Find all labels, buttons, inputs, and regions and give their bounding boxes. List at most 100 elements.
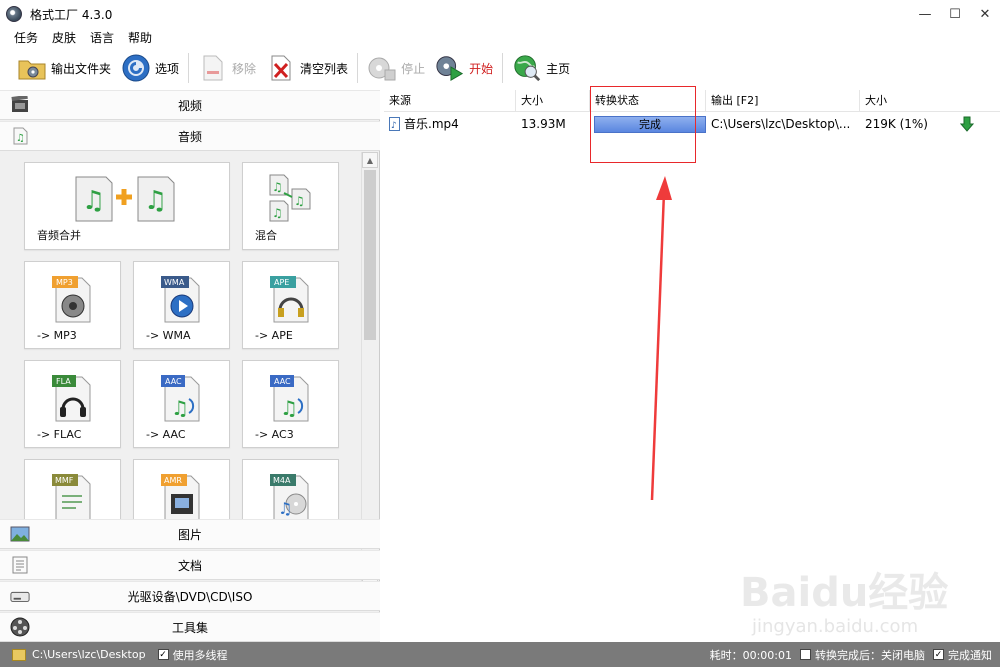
category-video[interactable]: 视频 <box>0 90 380 120</box>
category-image[interactable]: 图片 <box>0 519 380 549</box>
tile-mix[interactable]: ♫ ♫ ♫ 混合 <box>242 162 339 250</box>
tile-scrollbar[interactable]: ▲ ▼ <box>361 152 378 582</box>
minimize-button[interactable]: — <box>910 0 940 28</box>
tile-wma[interactable]: WMA -> WMA <box>133 261 230 349</box>
window-controls: — ☐ ✕ <box>910 0 1000 28</box>
flac-headphones-icon: FLA <box>51 375 90 422</box>
folder-icon[interactable] <box>12 648 26 661</box>
elapsed-time: 耗时：00:00:01 <box>709 648 792 662</box>
output-folder-button[interactable]: 输出文件夹 <box>14 51 114 85</box>
multithread-checkbox[interactable]: ✓ <box>157 649 169 660</box>
window-title: 格式工厂 4.3.0 <box>30 7 113 22</box>
notify-label: 完成通知 <box>948 648 992 662</box>
row-output: C:\Users\lzc\Desktop\... <box>711 117 851 131</box>
col-output[interactable]: 输出 [F2] <box>706 90 860 112</box>
wma-play-icon: WMA <box>160 276 199 323</box>
tile-aac[interactable]: AAC ♫ -> AAC <box>133 360 230 448</box>
tile-ac3[interactable]: AAC ♫ -> AC3 <box>242 360 339 448</box>
close-button[interactable]: ✕ <box>970 0 1000 28</box>
tile-flac-badge: FLA <box>56 377 71 386</box>
tile-m4a-badge: M4A <box>273 476 291 485</box>
col-output-size[interactable]: 大小 <box>860 90 1000 112</box>
aac-speaker-icon: AAC ♫ <box>160 375 199 422</box>
start-label: 开始 <box>469 61 494 76</box>
menu-bar: 任务 皮肤 语言 帮助 <box>0 28 1000 46</box>
svg-text:♫: ♫ <box>272 206 283 220</box>
annotation-highlight-box <box>590 86 696 163</box>
home-button[interactable]: 主页 <box>509 51 573 85</box>
clear-list-icon <box>266 53 296 83</box>
row-source: 音乐.mp4 <box>384 113 516 135</box>
menu-task[interactable]: 任务 <box>14 29 38 46</box>
mp3-speaker-icon: MP3 <box>51 276 90 323</box>
notify-checkbox[interactable]: ✓ <box>933 649 944 660</box>
remove-button[interactable]: 移除 <box>195 51 259 85</box>
baidu-watermark: Baidu经验 jingyan.baidu.com <box>740 560 980 640</box>
svg-text:♫: ♫ <box>171 396 189 420</box>
row-download-indicator <box>960 113 990 135</box>
col-source[interactable]: 来源 <box>384 90 516 112</box>
menu-skin[interactable]: 皮肤 <box>52 29 76 46</box>
tile-ape[interactable]: APE -> APE <box>242 261 339 349</box>
tile-flac[interactable]: FLA -> FLAC <box>24 360 121 448</box>
category-audio[interactable]: ♫ 音频 <box>0 121 380 151</box>
tile-amr-badge: AMR <box>164 476 182 485</box>
amr-icon: AMR <box>160 474 199 521</box>
svg-text:♫: ♫ <box>82 186 105 216</box>
maximize-button[interactable]: ☐ <box>940 0 970 28</box>
tile-audio-merge-label: 音频合并 <box>37 229 81 242</box>
download-arrow-icon <box>960 116 975 132</box>
output-folder-label: 输出文件夹 <box>51 61 112 76</box>
tile-ac3-badge: AAC <box>274 377 291 386</box>
after-convert-checkbox[interactable] <box>800 649 811 660</box>
stop-label: 停止 <box>401 61 426 76</box>
category-video-label: 视频 <box>177 98 202 113</box>
clear-list-button[interactable]: 清空列表 <box>263 51 351 85</box>
menu-language[interactable]: 语言 <box>90 29 114 46</box>
tile-wma-badge: WMA <box>164 278 185 287</box>
app-icon <box>6 6 22 22</box>
col-size[interactable]: 大小 <box>516 90 590 112</box>
svg-text:♫: ♫ <box>294 194 305 208</box>
category-tools[interactable]: 工具集 <box>0 612 380 642</box>
scrollbar-thumb[interactable] <box>364 170 376 340</box>
stop-icon <box>367 53 397 83</box>
home-globe-icon <box>512 53 542 83</box>
category-optical-drive[interactable]: 光驱设备\DVD\CD\ISO <box>0 581 380 611</box>
output-path: C:\Users\lzc\Desktop <box>32 648 146 661</box>
svg-text:♫: ♫ <box>16 133 25 144</box>
svg-text:♫: ♫ <box>280 396 298 420</box>
category-document-label: 文档 <box>177 558 202 573</box>
remove-icon <box>198 53 228 83</box>
toolbar: 输出文件夹 选项 移除 清空列表 停止 开始 主页 <box>0 47 1000 89</box>
title-bar: 格式工厂 4.3.0 — ☐ ✕ <box>0 0 1000 28</box>
document-icon <box>10 555 30 575</box>
tile-ape-badge: APE <box>274 278 289 287</box>
stop-button[interactable]: 停止 <box>364 51 428 85</box>
menu-help[interactable]: 帮助 <box>128 29 152 46</box>
scroll-up-arrow-icon[interactable]: ▲ <box>362 152 378 168</box>
film-reel-icon <box>10 617 30 637</box>
tile-wma-label: -> WMA <box>146 329 191 342</box>
tile-audio-merge[interactable]: ♫ ♫ 音频合并 <box>24 162 230 250</box>
status-bar: C:\Users\lzc\Desktop ✓ 使用多线程 耗时：00:00:01… <box>0 642 1000 667</box>
clear-list-label: 清空列表 <box>300 61 349 76</box>
disc-drive-icon <box>10 586 30 606</box>
tile-ape-label: -> APE <box>255 329 293 342</box>
multithread-label: 使用多线程 <box>172 648 228 662</box>
audio-merge-icon: ♫ ♫ <box>75 176 175 222</box>
status-bar-right: 耗时：00:00:01 转换完成后：关闭电脑 ✓ 完成通知 <box>710 642 992 667</box>
folder-icon <box>17 53 47 83</box>
options-label: 选项 <box>155 61 180 76</box>
toolbar-separator <box>188 53 190 83</box>
row-size: 13.93M <box>521 117 566 131</box>
music-note-icon: ♫ <box>10 126 30 146</box>
category-document[interactable]: 文档 <box>0 550 380 580</box>
row-source-name: 音乐.mp4 <box>404 117 459 131</box>
tile-mp3-badge: MP3 <box>56 278 73 287</box>
tile-mp3[interactable]: MP3 -> MP3 <box>24 261 121 349</box>
start-button[interactable]: 开始 <box>432 51 496 85</box>
options-button[interactable]: 选项 <box>118 51 182 85</box>
category-panel: 视频 ♫ 音频 ♫ ♫ 音频合并 ♫ ♫ ♫ 混合 MP3 -> MP3 WMA… <box>0 90 380 642</box>
remove-label: 移除 <box>232 61 257 76</box>
